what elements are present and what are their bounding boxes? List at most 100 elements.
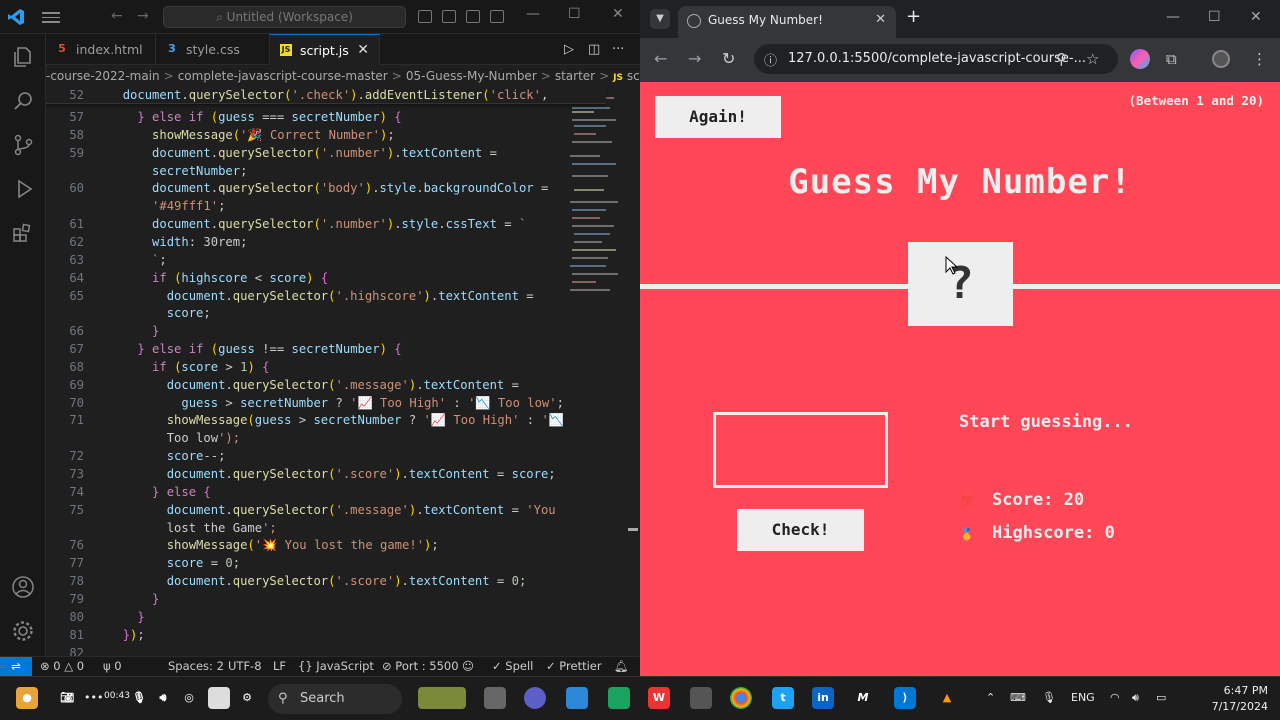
profile-avatar[interactable]: [1212, 50, 1230, 68]
eol-status[interactable]: LF: [273, 657, 286, 676]
code-line[interactable]: 61 document.querySelector('.number').sty…: [46, 215, 606, 233]
language-mode[interactable]: {} JavaScript: [298, 657, 374, 676]
menu-icon[interactable]: [42, 9, 60, 25]
toggle-secondary-sidebar-icon[interactable]: [466, 10, 480, 23]
split-editor-icon[interactable]: ◫: [588, 42, 600, 57]
problems-indicator[interactable]: ⊗ 0 △ 0: [40, 657, 84, 676]
code-line[interactable]: '#49fff1';: [46, 197, 606, 215]
close-window-icon[interactable]: ✕: [612, 6, 624, 22]
check-button[interactable]: Check!: [737, 509, 864, 551]
code-line[interactable]: 74 } else {: [46, 483, 606, 501]
code-line[interactable]: 65 document.querySelector('.highscore').…: [46, 287, 606, 305]
twitter-icon[interactable]: t: [772, 687, 794, 709]
close-window-icon[interactable]: ✕: [1250, 9, 1262, 25]
code-line[interactable]: lost the Game';: [46, 519, 606, 537]
code-line[interactable]: 66 }: [46, 322, 606, 340]
code-line[interactable]: 79 }: [46, 590, 606, 608]
toggle-panel-icon[interactable]: [442, 10, 456, 23]
code-line[interactable]: score;: [46, 304, 606, 322]
copilot-icon[interactable]: ☺: [462, 657, 474, 676]
source-control-icon[interactable]: [10, 132, 36, 158]
code-line[interactable]: 59 document.querySelector('.number').tex…: [46, 144, 606, 162]
breadcrumb-item[interactable]: -course-2022-main: [46, 69, 160, 83]
code-line[interactable]: 60 document.querySelector('body').style.…: [46, 179, 606, 197]
code-line[interactable]: 62 width: 30rem;: [46, 233, 606, 251]
remote-indicator-icon[interactable]: ⇌: [0, 657, 32, 677]
code-line[interactable]: 73 document.querySelector('.score').text…: [46, 465, 606, 483]
task-view-icon[interactable]: [484, 687, 506, 709]
more-actions-icon[interactable]: ···: [612, 42, 624, 57]
code-line[interactable]: secretNumber;: [46, 162, 606, 180]
excel-icon[interactable]: [608, 687, 630, 709]
search-icon[interactable]: [10, 88, 36, 114]
code-line[interactable]: 64 if (highscore < score) {: [46, 269, 606, 287]
tab-script-js[interactable]: JS script.js ✕: [270, 34, 380, 65]
code-line[interactable]: 58 showMessage('🎉 Correct Number');: [46, 126, 606, 144]
code-line[interactable]: 82: [46, 644, 606, 657]
tab-style-css[interactable]: 3 style.css: [156, 34, 270, 65]
scrollbar-position-marker[interactable]: [628, 528, 638, 531]
command-center-search[interactable]: ⌕ Untitled (Workspace): [163, 6, 406, 28]
code-editor[interactable]: 52 document.querySelector('.check').addE…: [46, 86, 626, 656]
live-server-port[interactable]: ⊘ Port : 5500: [382, 657, 459, 676]
recorder-app-icon[interactable]: ●: [16, 687, 38, 709]
close-tab-icon[interactable]: ✕: [357, 35, 369, 66]
ports-indicator[interactable]: ψ 0: [103, 657, 122, 676]
speaker-icon[interactable]: 🔊︎: [152, 687, 174, 709]
code-line[interactable]: 68 if (score > 1) {: [46, 358, 606, 376]
back-arrow-icon[interactable]: ←: [654, 49, 667, 68]
code-line[interactable]: 75 document.querySelector('.message').te…: [46, 501, 606, 519]
maximize-icon[interactable]: ☐: [568, 6, 581, 22]
tray-chevron-icon[interactable]: ⌃: [986, 691, 995, 704]
prettier-status[interactable]: ✓ Prettier: [546, 657, 602, 676]
forward-arrow-icon[interactable]: →: [688, 49, 701, 68]
customize-layout-icon[interactable]: [490, 10, 504, 23]
again-button[interactable]: Again!: [655, 96, 781, 138]
vscode-app-icon[interactable]: ⟩: [894, 687, 916, 709]
code-line[interactable]: 67 } else if (guess !== secretNumber) {: [46, 340, 606, 358]
browser-tab[interactable]: Guess My Number! ✕: [678, 6, 896, 38]
back-arrow-icon[interactable]: ←: [111, 8, 123, 24]
accounts-icon[interactable]: [10, 574, 36, 600]
breadcrumb-item[interactable]: 05-Guess-My-Number: [406, 69, 537, 83]
webcam-icon[interactable]: ◎: [178, 687, 200, 709]
linkedin-icon[interactable]: in: [812, 687, 834, 709]
code-line[interactable]: 57 } else if (guess === secretNumber) {: [46, 108, 606, 126]
minimize-icon[interactable]: —: [526, 6, 540, 22]
code-line[interactable]: 63 `;: [46, 251, 606, 269]
code-line[interactable]: 78 document.querySelector('.score').text…: [46, 572, 606, 590]
vlc-icon[interactable]: ▲: [936, 687, 958, 709]
extension-icon[interactable]: [1130, 49, 1150, 69]
code-line[interactable]: 77 score = 0;: [46, 554, 606, 572]
chrome-app-icon[interactable]: [730, 687, 752, 709]
mic-tray-icon[interactable]: 🎙︎: [1042, 691, 1056, 704]
extensions-puzzle-icon[interactable]: ⧉: [1166, 50, 1177, 68]
toggle-sidebar-icon[interactable]: [418, 10, 432, 23]
run-debug-icon[interactable]: [10, 176, 36, 202]
code-line[interactable]: 69 document.querySelector('.message').te…: [46, 376, 606, 394]
language-indicator[interactable]: ENG: [1071, 691, 1095, 704]
tab-index-html[interactable]: 5 index.html: [46, 34, 156, 65]
breadcrumb-item[interactable]: starter: [555, 69, 595, 83]
bookmark-star-icon[interactable]: ☆: [1086, 50, 1099, 68]
forward-arrow-icon[interactable]: →: [137, 8, 149, 24]
tab-search-dropdown-icon[interactable]: ▼: [650, 9, 670, 29]
maximize-icon[interactable]: ☐: [1208, 9, 1221, 25]
explorer-icon[interactable]: [10, 44, 36, 70]
minimap[interactable]: [566, 86, 626, 316]
chat-icon[interactable]: [524, 687, 546, 709]
new-tab-icon[interactable]: +: [906, 6, 921, 27]
breadcrumb-item[interactable]: script.js: [627, 69, 640, 83]
widget-icon[interactable]: [418, 687, 466, 709]
code-line[interactable]: 71 showMessage(guess > secretNumber ? '📈…: [46, 411, 606, 429]
code-line[interactable]: 81 });: [46, 626, 606, 644]
close-tab-icon[interactable]: ✕: [875, 6, 886, 34]
microphone-icon[interactable]: 🎙︎: [128, 687, 150, 709]
wifi-icon[interactable]: ◠: [1110, 691, 1120, 704]
clock[interactable]: 6:47 PM 7/17/2024: [1212, 683, 1268, 715]
run-file-icon[interactable]: ▷: [564, 42, 574, 57]
keyboard-icon[interactable]: ⌨: [1010, 691, 1026, 704]
encoding-status[interactable]: UTF-8: [228, 657, 262, 676]
extensions-icon[interactable]: [10, 220, 36, 246]
app-m-icon[interactable]: M: [852, 687, 874, 709]
